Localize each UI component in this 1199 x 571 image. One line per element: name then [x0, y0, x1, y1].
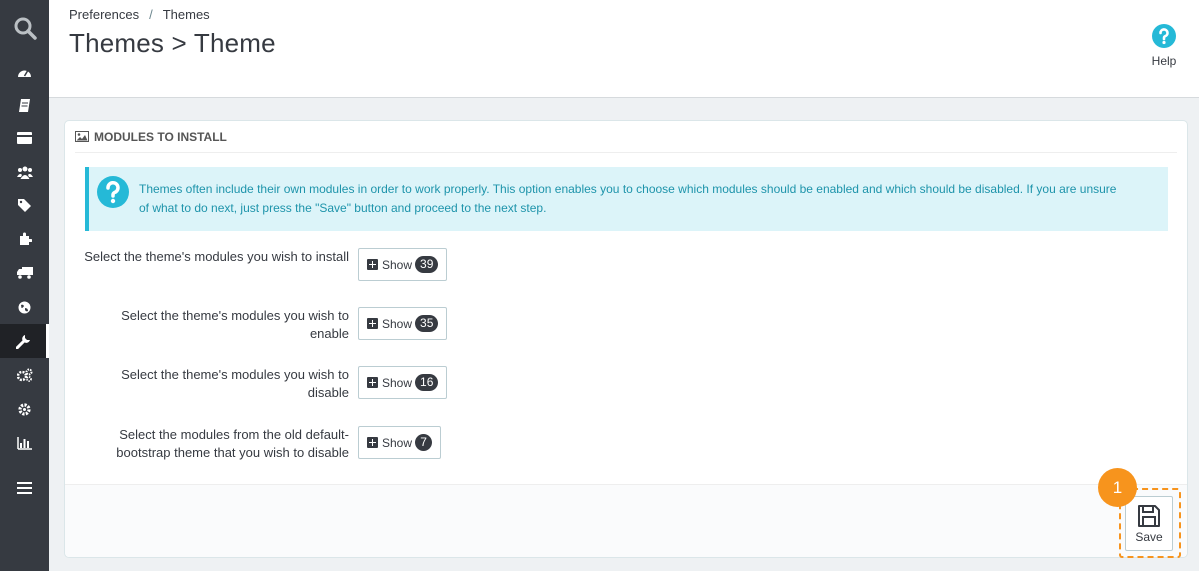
help-icon [1152, 24, 1176, 48]
breadcrumb-separator: / [149, 7, 153, 22]
shipping-icon[interactable] [0, 256, 49, 290]
show-install-modules-button[interactable]: Show 39 [358, 248, 448, 281]
show-label: Show [382, 375, 413, 390]
price-rules-icon[interactable] [0, 189, 49, 223]
form-row-enable: Select the theme's modules you wish to e… [65, 307, 705, 341]
administration-icon[interactable] [0, 392, 49, 426]
plus-square-icon [367, 259, 378, 270]
collapse-menu-icon[interactable] [0, 471, 49, 505]
advanced-parameters-icon[interactable] [0, 358, 49, 392]
breadcrumb: Preferences / Themes [69, 7, 210, 22]
form-row-install: Select the theme's modules you wish to i… [65, 248, 705, 282]
step-number-badge: 1 [1098, 468, 1137, 507]
page-title: Themes > Theme [69, 28, 276, 58]
show-label: Show [382, 435, 413, 450]
count-badge: 16 [415, 374, 439, 391]
row-label: Select the modules from the old default-… [116, 427, 349, 460]
panel-footer [65, 484, 1187, 557]
image-icon [75, 131, 89, 142]
show-label: Show [382, 316, 413, 331]
show-old-theme-modules-button[interactable]: Show 7 [358, 426, 442, 459]
customers-icon[interactable] [0, 155, 49, 189]
count-badge: 7 [415, 434, 433, 451]
search-icon[interactable] [0, 0, 49, 56]
localization-icon[interactable] [0, 290, 49, 324]
info-alert: Themes often include their own modules i… [85, 167, 1168, 231]
row-label: Select the theme's modules you wish to d… [121, 367, 349, 400]
save-button[interactable]: Save [1125, 496, 1173, 551]
preferences-icon[interactable] [0, 324, 49, 358]
alert-text: Themes often include their own modules i… [139, 182, 1117, 215]
form-row-old-theme: Select the modules from the old default-… [65, 426, 705, 460]
show-enable-modules-button[interactable]: Show 35 [358, 307, 448, 340]
floppy-disk-icon [1138, 504, 1160, 527]
dashboard-icon[interactable] [0, 55, 49, 89]
row-label: Select the theme's modules you wish to e… [121, 308, 349, 341]
modules-icon[interactable] [0, 222, 49, 256]
help-button[interactable]: Help [1144, 24, 1184, 68]
panel-heading-text: MODULES TO INSTALL [94, 129, 227, 144]
breadcrumb-item-themes[interactable]: Themes [163, 7, 210, 22]
row-label: Select the theme's modules you wish to i… [84, 249, 349, 264]
catalog-icon[interactable] [0, 121, 49, 155]
stats-icon[interactable] [0, 426, 49, 460]
plus-square-icon [367, 437, 378, 448]
orders-icon[interactable] [0, 88, 49, 122]
count-badge: 35 [415, 315, 439, 332]
help-label: Help [1151, 54, 1177, 68]
question-icon [97, 176, 129, 208]
form-row-disable: Select the theme's modules you wish to d… [65, 366, 705, 400]
plus-square-icon [367, 377, 378, 388]
plus-square-icon [367, 318, 378, 329]
save-label: Save [1135, 529, 1163, 544]
count-badge: 39 [415, 256, 439, 273]
panel-heading: MODULES TO INSTALL [75, 121, 1177, 153]
show-disable-modules-button[interactable]: Show 16 [358, 366, 448, 399]
show-label: Show [382, 257, 413, 272]
page-header: Preferences / Themes Themes > Theme Help [49, 0, 1199, 98]
modules-panel: MODULES TO INSTALL Themes often include … [64, 120, 1188, 558]
breadcrumb-item-preferences[interactable]: Preferences [69, 7, 139, 22]
sidebar-nav [0, 0, 49, 571]
